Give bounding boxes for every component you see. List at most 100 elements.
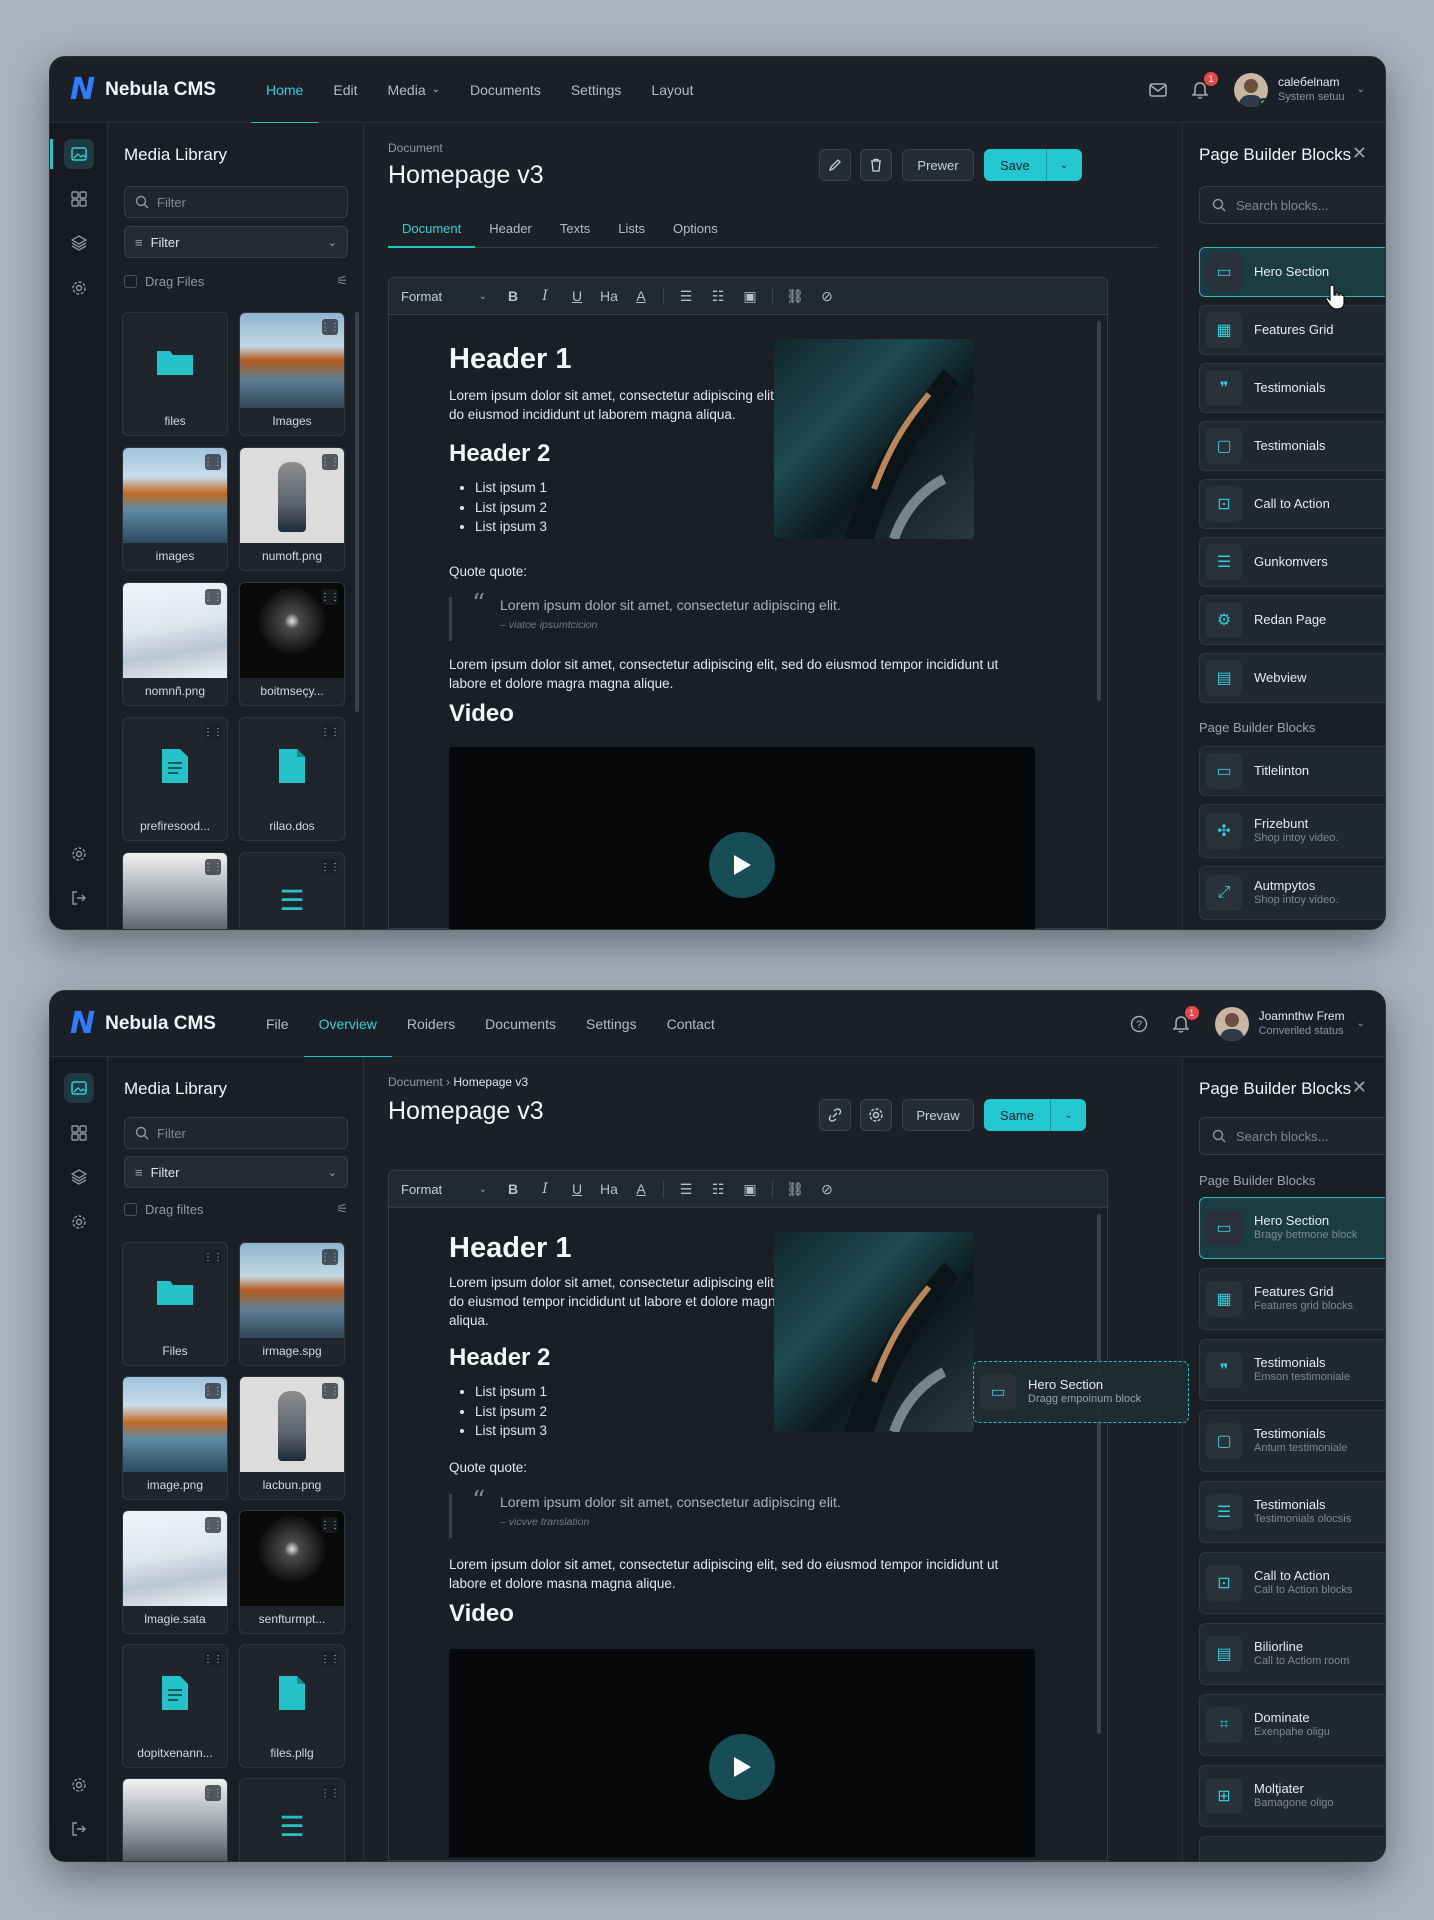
grid-icon[interactable] [64,1118,94,1148]
logout-icon[interactable] [64,883,94,913]
play-icon[interactable] [709,1734,775,1800]
format-select[interactable]: Format ⌄ [401,289,497,304]
numbered-list-icon[interactable]: ☷ [702,1181,734,1198]
bullet-list-icon[interactable]: ☰ [670,288,702,305]
block-testimonials[interactable]: ❞ Testimonials Emson testimoniale [1199,1339,1385,1401]
nav-settings[interactable]: Settings [571,991,652,1057]
chevron-down-icon[interactable]: ⌄ [1045,149,1082,181]
bold-icon[interactable]: B [497,288,529,304]
drag-handle-icon[interactable]: ⋮⋮ [203,589,223,605]
block-item[interactable]: ✣ Frizebunt Shop intoy video. [1199,804,1385,858]
breadcrumb[interactable]: Document [388,141,443,155]
media-tile[interactable]: ⋮⋮ [122,1778,228,1861]
play-icon[interactable] [709,832,775,898]
heading-1[interactable]: Header 1 [449,343,809,376]
list-item[interactable]: List ipsum 3 [475,517,809,537]
video-player[interactable] [449,747,1035,929]
media-tile[interactable]: ⋮⋮ boitmseçy... [239,582,345,706]
tab-options[interactable]: Options [659,210,732,247]
drag-handle-icon[interactable]: ⋮⋮ [203,859,223,875]
bell-icon[interactable]: 1 [1169,1005,1199,1036]
text-color-icon[interactable]: A [625,288,657,304]
nav-documents[interactable]: Documents [470,991,571,1057]
block-features-grid[interactable]: ▦Features Grid⋮⋮ [1199,305,1385,355]
media-tile[interactable]: ⋮⋮ numoft.png [239,447,345,571]
drag-handle-icon[interactable]: ⋮⋮ [203,1651,223,1667]
drag-handle-icon[interactable]: ⋮⋮ [320,1651,340,1667]
app-logo[interactable]: N Nebula CMS [70,74,251,105]
drag-handle-icon[interactable]: ⋮⋮ [320,1785,340,1801]
block-testimonials[interactable]: ▢ Testimonials Antum testimoniale [1199,1410,1385,1472]
nav-documents[interactable]: Documents [455,57,556,123]
block-item[interactable]: ▭ Titlelinton [1199,746,1385,796]
drag-handle-icon[interactable]: ⋮⋮ [320,724,340,740]
gear-icon[interactable] [860,1099,892,1131]
media-tile[interactable]: ⋮⋮ lacbun.png [239,1376,345,1500]
drag-handle-icon[interactable]: ⋮⋮ [203,1249,223,1265]
block-item[interactable] [1199,1836,1385,1861]
breadcrumb-parent[interactable]: Document [388,1075,443,1089]
media-filter-input[interactable]: Filter [124,186,348,218]
save-button[interactable]: Save ⌄ [984,149,1082,181]
drag-files-checkbox[interactable] [124,274,137,288]
drag-handle-icon[interactable]: ⋮⋮ [320,1383,340,1399]
image-icon[interactable] [64,1073,94,1103]
editor-canvas[interactable]: Header 1 Lorem ipsum dolor sit amet, con… [388,1208,1108,1861]
block-hero-section[interactable]: ▭ Hero Section Bragy betmone block [1199,1197,1385,1259]
blockquote[interactable]: “ Lorem ipsum dolor sit amet, consectetu… [449,1486,949,1538]
media-filter-select[interactable]: ≡ Filter ⌄ [124,226,348,258]
user-menu[interactable]: caleбelnam System setuu [1278,75,1345,105]
chevron-down-icon[interactable]: ⌄ [1357,84,1365,95]
heading-icon[interactable]: Ha [593,1181,625,1197]
block-item[interactable]: ▤ Biliorline Call to Actiom room [1199,1623,1385,1685]
media-tile[interactable]: ⋮⋮ lmagie.sata [122,1510,228,1634]
unlink-icon[interactable]: ⊘ [811,1181,843,1198]
settings-gear-icon[interactable] [64,1770,94,1800]
block-item[interactable]: ⤢ Autmpytos Shop intoy video. [1199,866,1385,920]
media-tile[interactable]: ⋮⋮ Images [239,312,345,436]
media-tile[interactable]: ☰ ⋮⋮ [239,1778,345,1861]
nav-home[interactable]: Home [251,57,319,124]
paragraph[interactable]: Lorem ipsum dolor sit amet, consectetur … [449,1273,809,1330]
block-search-input[interactable]: Search blocks... [1199,1117,1385,1155]
close-icon[interactable]: ✕ [1352,143,1367,164]
gear-icon[interactable] [64,1207,94,1237]
media-tile[interactable]: ⋮⋮ irmage.spg [239,1242,345,1366]
block-list[interactable]: ☰Gunkomvers⋮⋮ [1199,537,1385,587]
media-tile[interactable]: ☰ ⋮⋮ [239,852,345,929]
underline-icon[interactable]: U [561,288,593,304]
heading-2[interactable]: Header 2 [449,440,809,468]
save-button[interactable]: Same ⌄ [984,1099,1086,1131]
settings-gear-icon[interactable] [64,839,94,869]
tab-lists[interactable]: Lists [604,210,659,247]
list-item[interactable]: List ipsum 2 [475,498,809,518]
drag-handle-icon[interactable]: ⋮⋮ [203,1383,223,1399]
chevron-down-icon[interactable]: ⌄ [1049,1099,1086,1131]
waterfall-image[interactable] [774,339,974,539]
text-color-icon[interactable]: A [625,1181,657,1197]
quote-label[interactable]: Quote quote: [449,1458,527,1477]
layers-icon[interactable] [64,228,94,258]
media-tile[interactable]: ⋮⋮ files.pllg [239,1644,345,1768]
drag-handle-icon[interactable]: ⋮⋮ [320,859,340,875]
preview-button[interactable]: Prevaw [902,1099,974,1131]
list-item[interactable]: List ipsum 1 [475,1382,809,1402]
numbered-list-icon[interactable]: ☷ [702,288,734,305]
media-tile[interactable]: ⋮⋮ images [122,447,228,571]
nav-layout[interactable]: Layout [636,57,708,123]
nav-media[interactable]: Media ⌄ [372,57,455,123]
layers-icon[interactable] [64,1162,94,1192]
block-hero-section[interactable]: ▭Hero Section⋮⋮ [1199,247,1385,297]
logout-icon[interactable] [64,1814,94,1844]
paragraph[interactable]: Lorem ipsum dolor sit amet, consectetur … [449,386,809,424]
media-tile[interactable]: files [122,312,228,436]
block-features-grid[interactable]: ▦ Features Grid Features grid blocks [1199,1268,1385,1330]
heading-2[interactable]: Header 2 [449,1344,809,1372]
sliders-icon[interactable]: ⚟ [336,1201,348,1217]
help-icon[interactable]: ? [1127,1012,1151,1036]
link-icon[interactable] [819,1099,851,1131]
gear-icon[interactable] [64,273,94,303]
video-player[interactable] [449,1649,1035,1857]
block-testimonials[interactable]: ❞Testimonials⋮⋮ [1199,363,1385,413]
bold-icon[interactable]: B [497,1181,529,1197]
